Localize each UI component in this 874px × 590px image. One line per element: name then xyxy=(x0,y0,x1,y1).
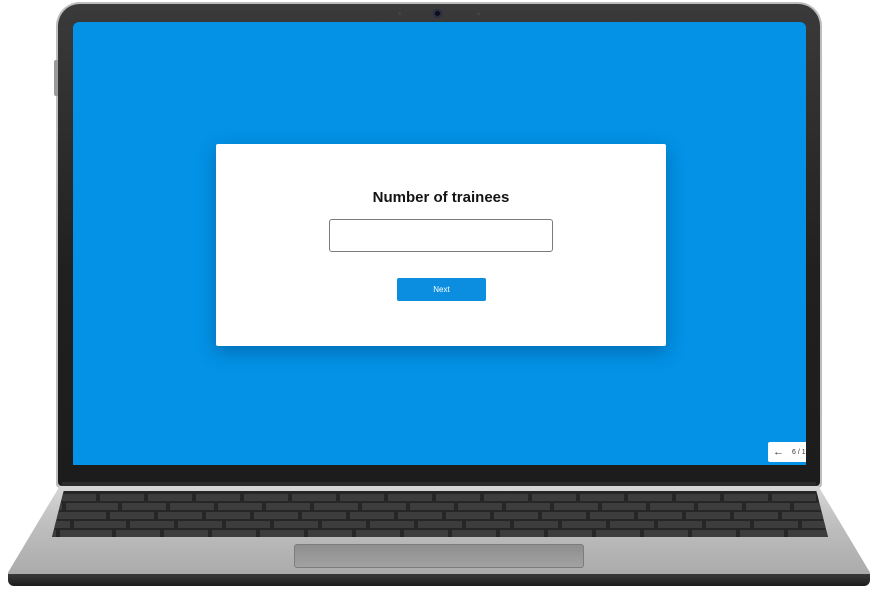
keyboard-row xyxy=(52,530,828,537)
keyboard-row xyxy=(52,512,828,519)
trainees-count-input[interactable] xyxy=(329,219,553,252)
keyboard-row xyxy=(52,494,828,501)
sensor-dot-left xyxy=(398,12,401,15)
form-card: Number of trainees Next xyxy=(216,144,666,346)
laptop-trackpad xyxy=(294,544,584,568)
slide-counter: 6 / 1 xyxy=(792,448,806,456)
sensor-dot-right xyxy=(477,12,480,15)
laptop-screen: Number of trainees Next ← 6 / 1 xyxy=(73,22,806,465)
laptop-keyboard xyxy=(52,491,828,537)
keyboard-row xyxy=(52,503,828,510)
slide-pager: ← 6 / 1 xyxy=(768,442,806,462)
form-title: Number of trainees xyxy=(372,189,510,206)
next-button[interactable]: Next xyxy=(397,278,486,301)
keyboard-row xyxy=(52,521,828,528)
webcam-icon xyxy=(433,9,442,18)
laptop-base-edge xyxy=(8,574,870,586)
arrow-left-icon[interactable]: ← xyxy=(773,446,784,458)
